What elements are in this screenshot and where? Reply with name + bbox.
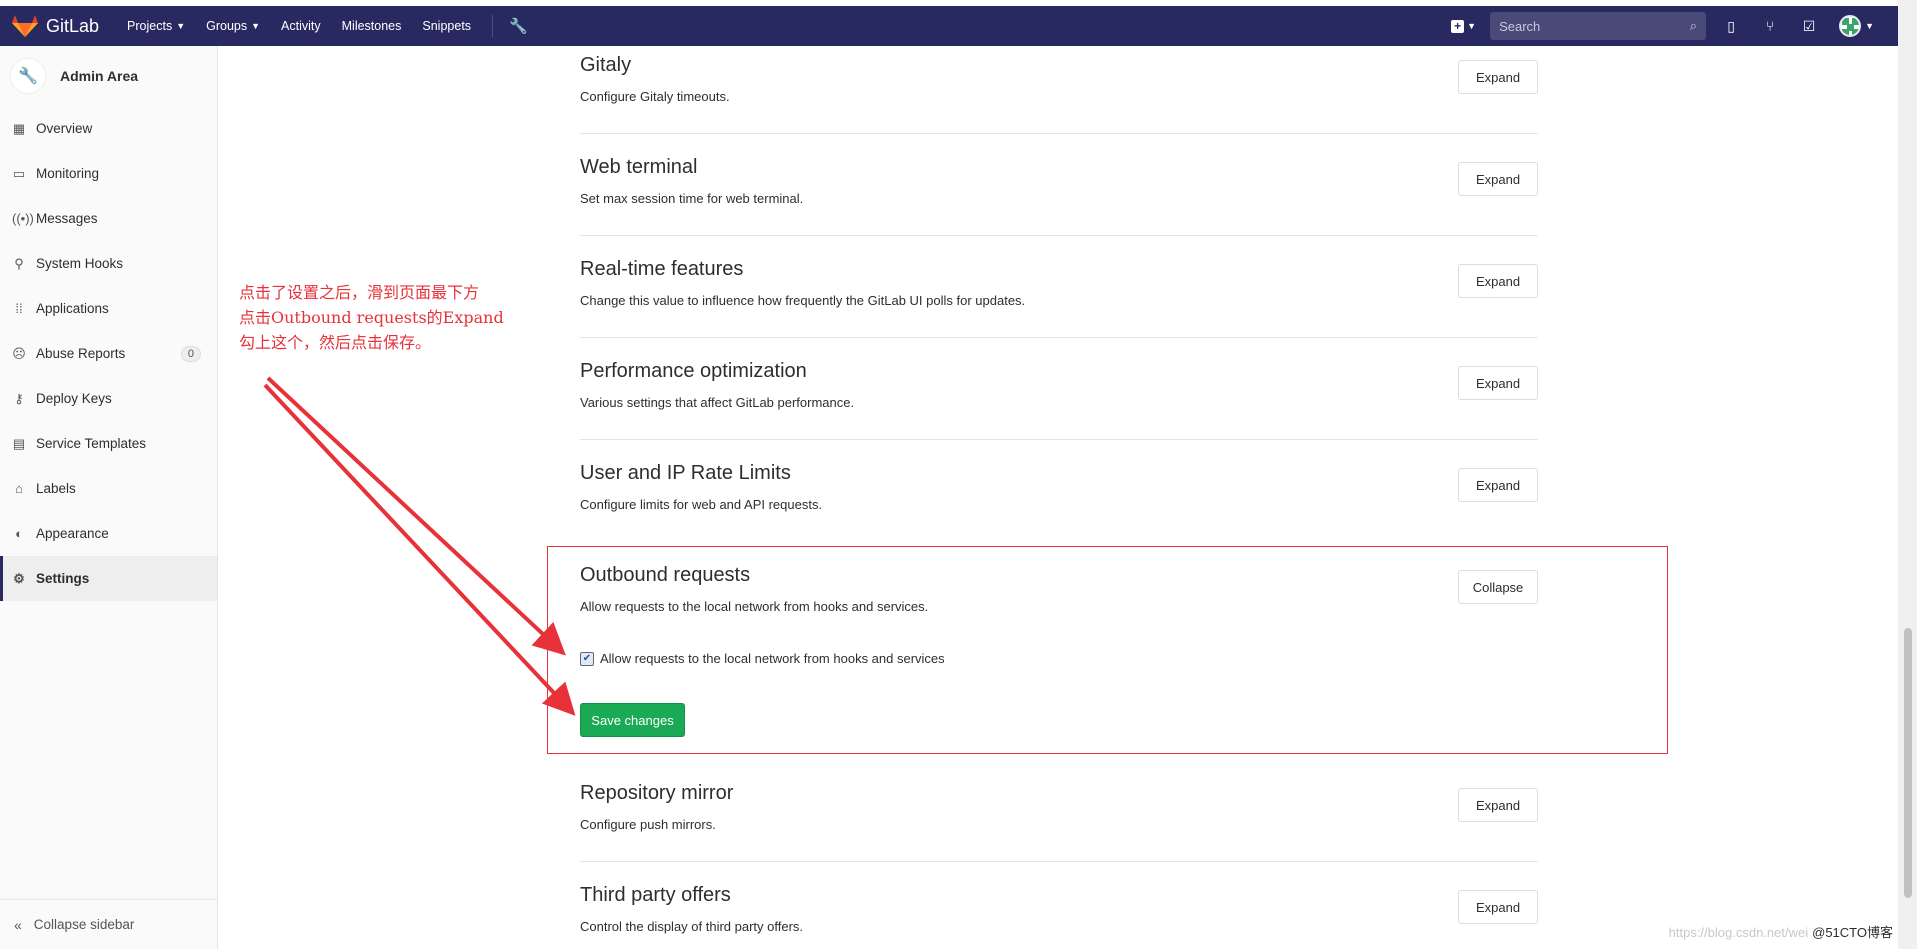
arrow-to-checkbox	[266, 376, 566, 656]
arrow-to-save-button	[263, 383, 576, 716]
annotation-arrows	[263, 376, 576, 716]
scrollbar-thumb[interactable]	[1904, 628, 1912, 898]
page-scrollbar[interactable]	[1898, 0, 1917, 949]
watermark: https://blog.csdn.net/wei @51CTO博客	[1668, 925, 1893, 940]
